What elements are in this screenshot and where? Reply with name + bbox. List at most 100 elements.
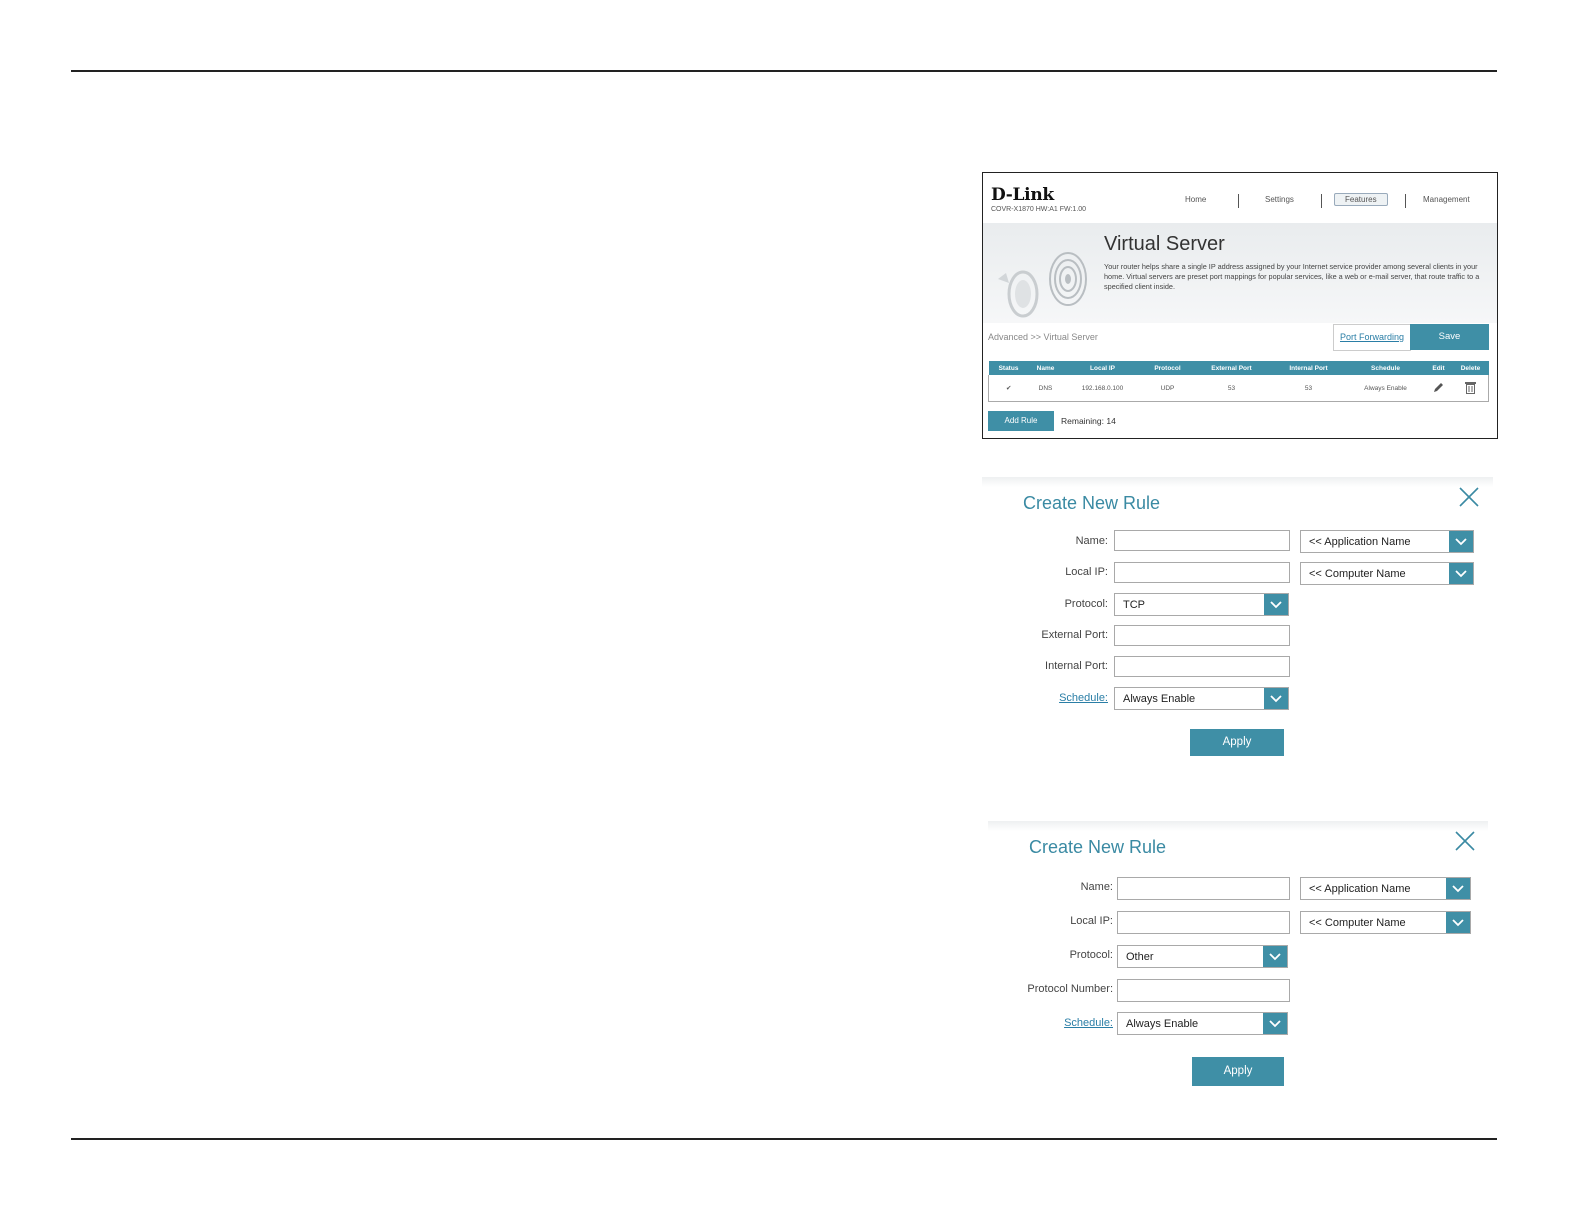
cell-local-ip: 192.168.0.100 xyxy=(1062,375,1143,402)
nav-features[interactable]: Features xyxy=(1334,193,1388,206)
chevron-down-icon xyxy=(1455,538,1467,546)
name-label: Name: xyxy=(1075,535,1108,547)
local-ip-input[interactable] xyxy=(1117,911,1290,934)
name-label: Name: xyxy=(1080,881,1113,893)
name-input[interactable] xyxy=(1114,530,1290,551)
col-edit: Edit xyxy=(1424,361,1453,375)
pencil-icon[interactable] xyxy=(1433,381,1445,393)
col-internal-port: Internal Port xyxy=(1270,361,1347,375)
chevron-down-icon xyxy=(1270,601,1282,609)
dropdown-button xyxy=(1263,946,1287,967)
nav-separator xyxy=(1238,194,1239,208)
nav-management[interactable]: Management xyxy=(1423,195,1470,204)
internal-port-input[interactable] xyxy=(1114,656,1290,677)
port-forwarding-link[interactable]: Port Forwarding xyxy=(1333,324,1411,351)
col-delete: Delete xyxy=(1452,361,1489,375)
dropdown-button xyxy=(1449,531,1473,552)
nav-home[interactable]: Home xyxy=(1185,195,1206,204)
edit-cell xyxy=(1424,375,1453,402)
add-rule-button[interactable]: Add Rule xyxy=(988,411,1054,431)
model-info: COVR-X1870 HW:A1 FW:1.00 xyxy=(991,206,1087,213)
local-ip-label: Local IP: xyxy=(1065,566,1108,578)
application-name-value: << Application Name xyxy=(1309,536,1411,548)
virtual-server-screenshot: D-Link COVR-X1870 HW:A1 FW:1.00 Home Set… xyxy=(982,172,1498,439)
schedule-link[interactable]: Schedule: xyxy=(1059,692,1108,704)
chevron-down-icon xyxy=(1455,570,1467,578)
dropdown-button xyxy=(1449,563,1473,584)
panel-title: Create New Rule xyxy=(1029,837,1167,857)
cell-internal-port: 53 xyxy=(1270,375,1347,402)
nav-settings[interactable]: Settings xyxy=(1265,195,1294,204)
col-protocol: Protocol xyxy=(1142,361,1193,375)
page-title: Virtual Server xyxy=(1104,233,1225,255)
create-rule-panel-tcp: Create New Rule Name: << Application Nam… xyxy=(982,477,1493,777)
table-header-row: Status Name Local IP Protocol External P… xyxy=(988,361,1489,375)
protocol-select[interactable]: Other xyxy=(1117,945,1288,968)
computer-name-value: << Computer Name xyxy=(1309,568,1406,580)
application-name-select[interactable]: << Application Name xyxy=(1300,530,1474,553)
protocol-value: TCP xyxy=(1123,599,1145,611)
dropdown-button xyxy=(1264,594,1288,615)
protocol-number-label: Protocol Number: xyxy=(1027,983,1113,995)
save-button[interactable]: Save xyxy=(1410,324,1489,350)
computer-name-select[interactable]: << Computer Name xyxy=(1300,911,1471,934)
local-ip-input[interactable] xyxy=(1114,562,1290,583)
schedule-value: Always Enable xyxy=(1126,1018,1199,1030)
col-local-ip: Local IP xyxy=(1062,361,1143,375)
chevron-down-icon xyxy=(1452,885,1464,893)
col-schedule: Schedule xyxy=(1346,361,1425,375)
apply-button[interactable]: Apply xyxy=(1190,729,1284,756)
internal-port-label: Internal Port: xyxy=(1045,660,1108,672)
schedule-select[interactable]: Always Enable xyxy=(1117,1012,1288,1035)
cell-name: DNS xyxy=(1028,375,1063,402)
external-port-label: External Port: xyxy=(1041,629,1108,641)
dropdown-button xyxy=(1446,912,1470,933)
router-header: D-Link COVR-X1870 HW:A1 FW:1.00 Home Set… xyxy=(983,173,1497,223)
application-name-select[interactable]: << Application Name xyxy=(1300,877,1471,900)
chevron-down-icon xyxy=(1269,953,1281,961)
remaining-count: Remaining: 14 xyxy=(1061,416,1116,426)
cell-external-port: 53 xyxy=(1192,375,1271,402)
local-ip-label: Local IP: xyxy=(1070,915,1113,927)
schedule-link[interactable]: Schedule: xyxy=(1064,1017,1113,1029)
external-port-input[interactable] xyxy=(1114,625,1290,646)
satellite-dish-icon xyxy=(998,252,1087,318)
apply-button[interactable]: Apply xyxy=(1192,1057,1284,1086)
name-input[interactable] xyxy=(1117,877,1290,900)
status-checkbox[interactable]: ✔ xyxy=(988,375,1029,402)
bottom-divider xyxy=(71,1138,1497,1140)
protocol-select[interactable]: TCP xyxy=(1114,593,1289,616)
table-row: ✔ DNS 192.168.0.100 UDP 53 53 Always Ena… xyxy=(988,375,1489,402)
dropdown-button xyxy=(1446,878,1470,899)
panel-shade xyxy=(988,821,1488,831)
panel-shade xyxy=(982,477,1493,487)
schedule-select[interactable]: Always Enable xyxy=(1114,687,1289,710)
rules-table: Status Name Local IP Protocol External P… xyxy=(988,361,1489,402)
computer-name-select[interactable]: << Computer Name xyxy=(1300,562,1474,585)
protocol-label: Protocol: xyxy=(1069,949,1113,961)
protocol-label: Protocol: xyxy=(1064,598,1108,610)
chevron-down-icon xyxy=(1269,1020,1281,1028)
protocol-value: Other xyxy=(1126,951,1154,963)
delete-cell xyxy=(1452,375,1489,402)
computer-name-value: << Computer Name xyxy=(1309,917,1406,929)
close-icon[interactable] xyxy=(1454,830,1476,852)
application-name-value: << Application Name xyxy=(1309,883,1411,895)
col-name: Name xyxy=(1028,361,1063,375)
nav-separator xyxy=(1405,194,1406,208)
chevron-down-icon xyxy=(1270,695,1282,703)
panel-title: Create New Rule xyxy=(1023,493,1161,513)
chevron-down-icon xyxy=(1452,919,1464,927)
nav-separator xyxy=(1321,194,1322,208)
breadcrumb: Advanced >> Virtual Server xyxy=(988,332,1098,342)
dropdown-button xyxy=(1263,1013,1287,1034)
create-rule-panel-other: Create New Rule Name: << Application Nam… xyxy=(988,821,1488,1096)
close-icon[interactable] xyxy=(1458,486,1480,508)
cell-protocol: UDP xyxy=(1142,375,1193,402)
protocol-number-input[interactable] xyxy=(1117,979,1290,1002)
page-description: Your router helps share a single IP addr… xyxy=(1104,262,1480,291)
trash-icon[interactable] xyxy=(1464,381,1476,394)
dropdown-button xyxy=(1264,688,1288,709)
schedule-value: Always Enable xyxy=(1123,693,1196,705)
col-external-port: External Port xyxy=(1192,361,1271,375)
